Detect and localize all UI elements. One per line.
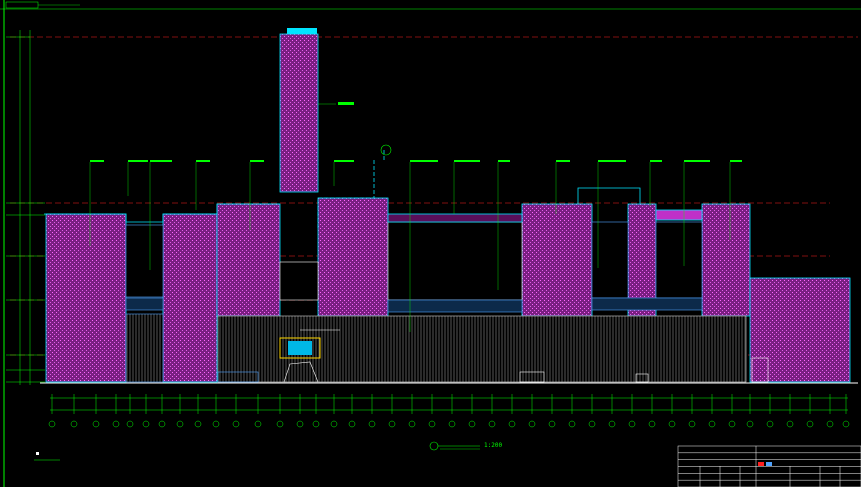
dimension-chain xyxy=(48,394,850,428)
grid-axis-marker xyxy=(708,420,716,428)
grid-axis-marker xyxy=(508,420,516,428)
grid-axis-marker xyxy=(330,420,338,428)
grid-axis-marker xyxy=(254,420,262,428)
grid-axis-marker xyxy=(608,420,616,428)
glass-bay-center xyxy=(387,221,523,301)
grid-axis-marker xyxy=(728,420,736,428)
glass-bay-left xyxy=(125,224,164,298)
tower-base-window xyxy=(279,261,319,301)
grid-axis-marker xyxy=(408,420,416,428)
title-block-red-mark xyxy=(758,462,764,466)
title-block xyxy=(677,445,861,487)
entrance-left xyxy=(125,313,164,383)
grid-axis-marker xyxy=(92,420,100,428)
drawing-scale: 1:200 xyxy=(484,442,503,449)
grid-axis-marker xyxy=(276,420,284,428)
section-marker-circle xyxy=(380,144,392,156)
grid-axis-marker xyxy=(588,420,596,428)
title-block-blue-mark xyxy=(766,462,772,466)
grid-axis-marker xyxy=(528,420,536,428)
wall-left-pier xyxy=(162,213,218,383)
wall-center xyxy=(317,197,389,317)
grid-axis-marker xyxy=(48,420,56,428)
annotation-tags xyxy=(90,160,742,162)
grid-axis-marker xyxy=(212,420,220,428)
glass-band-center xyxy=(387,299,523,313)
wall-right-wing xyxy=(749,277,851,383)
grid-axis-marker xyxy=(388,420,396,428)
grid-axis-marker xyxy=(648,420,656,428)
grid-axis-marker xyxy=(428,420,436,428)
cad-drawing-canvas: 1:200 xyxy=(0,0,861,487)
grid-axis-marker xyxy=(176,420,184,428)
tower-cap xyxy=(287,28,317,34)
grid-axis-marker xyxy=(142,420,150,428)
grid-axis-marker xyxy=(806,420,814,428)
glass-band-left xyxy=(125,297,164,311)
drawing-caption xyxy=(429,441,480,451)
grid-axis-marker xyxy=(826,420,834,428)
bottom-left-note xyxy=(34,452,60,461)
wall-right-center xyxy=(521,203,593,317)
grid-axis-marker xyxy=(194,420,202,428)
grid-axis-marker xyxy=(112,420,120,428)
grid-axis-marker xyxy=(232,420,240,428)
wall-left-center xyxy=(216,203,281,317)
grid-axis-marker xyxy=(688,420,696,428)
grid-axis-marker xyxy=(368,420,376,428)
grid-axis-marker xyxy=(312,420,320,428)
tower-shaft xyxy=(279,33,319,193)
grid-axis-marker xyxy=(766,420,774,428)
grid-axis-marker xyxy=(548,420,556,428)
tower xyxy=(279,28,354,193)
grid-axis-marker xyxy=(842,420,850,428)
glass-bay-far-right xyxy=(655,221,703,299)
grid-axis-marker xyxy=(488,420,496,428)
grid-axis-marker xyxy=(786,420,794,428)
glass-band-right xyxy=(591,297,703,311)
grid-axis-marker xyxy=(668,420,676,428)
grid-axis-marker xyxy=(568,420,576,428)
wall-left-wing xyxy=(45,213,127,383)
top-left-tag xyxy=(5,1,39,9)
grid-axis-marker xyxy=(448,420,456,428)
grid-axis-marker xyxy=(126,420,134,428)
grid-axis-marker xyxy=(468,420,476,428)
grid-axis-marker xyxy=(746,420,754,428)
left-elevation-marks xyxy=(6,30,45,385)
glass-bay-right xyxy=(591,221,629,299)
wall-right xyxy=(701,203,751,317)
grid-axis-marker xyxy=(296,420,304,428)
tower-label xyxy=(338,102,354,105)
grid-axis-marker xyxy=(70,420,78,428)
grid-axis-marker xyxy=(348,420,356,428)
cad-elevation-drawing xyxy=(0,0,861,487)
grid-axis-marker xyxy=(628,420,636,428)
grid-axis-marker xyxy=(158,420,166,428)
